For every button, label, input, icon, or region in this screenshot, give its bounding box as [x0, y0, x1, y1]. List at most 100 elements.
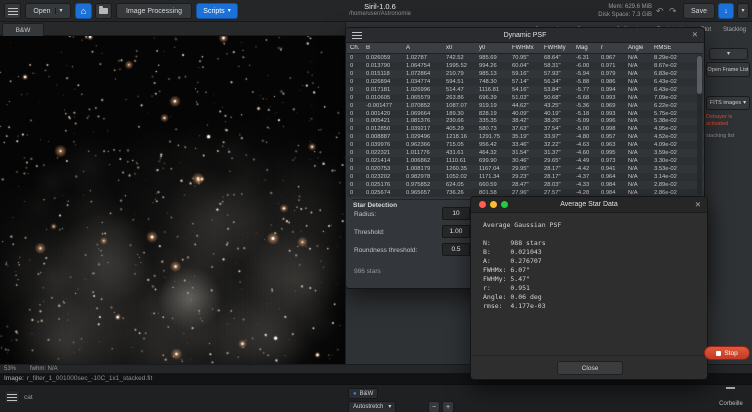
psf-table-row[interactable]: 00.0399760.962366715.05956.4233.46"32.22… — [347, 141, 703, 149]
radius-value[interactable]: 10 — [443, 210, 469, 217]
psf-cell: 50.68" — [541, 95, 573, 101]
fits-images-select[interactable]: FITS images ▾ — [706, 96, 750, 110]
zoom-in-button[interactable]: + — [442, 401, 454, 412]
psf-column-x0[interactable]: x0 — [443, 45, 476, 51]
psf-cell: 5.75e-02 — [651, 111, 689, 117]
psf-cell: N/A — [625, 134, 651, 140]
psf-cell: 985.13 — [476, 71, 509, 77]
tab-bw[interactable]: B&W — [2, 23, 44, 36]
psf-cell: 0.008887 — [363, 134, 403, 140]
psf-cell: 0 — [347, 150, 363, 156]
psf-table-row[interactable]: 0-0.0014771.0708521087.07919.1944.62"43.… — [347, 102, 703, 110]
psf-cell: 58.31" — [541, 63, 573, 69]
psf-cell: -5.36 — [573, 103, 598, 109]
psf-cell: 33.46" — [509, 142, 541, 148]
psf-table-row[interactable]: 00.0151181.072864210.79985.1359.16"57.93… — [347, 70, 703, 78]
psf-table-row[interactable]: 00.0171811.026996514.471116.8154.16"53.8… — [347, 86, 703, 94]
psf-cell: -4.37 — [573, 174, 598, 180]
image-processing-menu[interactable]: Image Processing — [116, 3, 192, 19]
redo-button[interactable]: ↷ — [669, 6, 677, 17]
layers-menu-button[interactable] — [4, 390, 20, 404]
psf-table-row[interactable]: 00.0251760.975852624.05660.5928.47"28.03… — [347, 181, 703, 189]
psf-column-r[interactable]: r — [598, 45, 625, 51]
save-as-button[interactable]: ↓ — [718, 3, 734, 19]
main-menu-button[interactable] — [4, 3, 21, 19]
close-button[interactable]: Close — [557, 361, 623, 375]
undo-icon: ↶ — [656, 6, 664, 16]
psf-cell: -0.001477 — [363, 103, 403, 109]
psf-cell: N/A — [625, 63, 651, 69]
maximize-traffic-icon[interactable] — [501, 201, 508, 208]
dialog-menu-icon[interactable] — [352, 32, 362, 39]
psf-column-y0[interactable]: y0 — [476, 45, 509, 51]
psf-cell: 38.42" — [509, 118, 541, 124]
fits-images-label: FITS images — [710, 100, 741, 106]
close-icon[interactable]: ✕ — [695, 201, 701, 209]
psf-cell: 0.971 — [598, 63, 625, 69]
psf-table-row[interactable]: 00.0232020.9829781052.021171.3429.23"28.… — [347, 173, 703, 181]
psf-cell: 0.020753 — [363, 166, 403, 172]
psf-column-mag[interactable]: Mag — [573, 45, 598, 51]
psf-column-a[interactable]: A — [403, 45, 443, 51]
psf-scrollbar-thumb[interactable] — [697, 56, 702, 94]
psf-column-fwhmx[interactable]: FWHMx — [509, 45, 541, 51]
psf-scrollbar[interactable] — [697, 55, 702, 195]
home-directory-button[interactable]: ⌂ — [75, 3, 92, 19]
scripts-menu[interactable]: Scripts ▾ — [196, 3, 238, 19]
psf-table-row[interactable]: 00.0260591.02787742.52985.6970.95"68.64"… — [347, 54, 703, 62]
psf-column-rmse[interactable]: RMSE — [651, 45, 689, 51]
roundness-value[interactable]: 0.5 — [443, 246, 469, 253]
zoom-out-button[interactable]: − — [428, 401, 440, 412]
psf-column-fwhmy[interactable]: FWHMy — [541, 45, 573, 51]
cat-label: cat — [24, 394, 33, 401]
avg-dialog-titlebar[interactable]: Average Star Data ✕ — [471, 197, 707, 213]
redo-icon: ↷ — [669, 6, 677, 16]
psf-column-ch[interactable]: Ch. — [347, 45, 363, 51]
psf-cell: -4.33 — [573, 182, 598, 188]
psf-cell: -4.80 — [573, 134, 598, 140]
stop-button[interactable]: Stop — [704, 346, 750, 360]
psf-cell: 624.05 — [443, 182, 476, 188]
close-icon[interactable]: ✕ — [692, 31, 698, 39]
psf-cell: 994.26 — [476, 63, 509, 69]
zoom-level: 53% — [4, 366, 16, 372]
sky-canvas[interactable] — [0, 36, 345, 364]
open-frame-list-button[interactable]: Open Frame List — [706, 62, 750, 77]
psf-table-row[interactable]: 00.0014201.069664189.30828.1940.09"40.19… — [347, 110, 703, 118]
psf-column-b[interactable]: B — [363, 45, 403, 51]
psf-table-header: Ch.BAx0y0FWHMxFWHMyMagrAngleRMSE — [347, 43, 703, 54]
psf-table-row[interactable]: 00.0137901.0647541995.52994.2660.04"58.3… — [347, 62, 703, 70]
close-traffic-icon[interactable] — [479, 201, 486, 208]
change-folder-button[interactable] — [95, 3, 112, 19]
psf-cell: 0.969 — [598, 103, 625, 109]
display-mode-select[interactable]: Autostretch ▾ — [348, 401, 396, 412]
more-menu-button[interactable]: ▾ — [737, 3, 749, 19]
minimize-traffic-icon[interactable] — [490, 201, 497, 208]
psf-table-row[interactable]: 00.0223211.011776431.61464.3231.54"31.37… — [347, 149, 703, 157]
psf-table-row[interactable]: 00.0268941.034774594.51748.3057.14"56.34… — [347, 78, 703, 86]
psf-cell: 6.83e-02 — [651, 71, 689, 77]
undo-button[interactable]: ↶ — [656, 6, 664, 17]
psf-cell: 68.64" — [541, 55, 573, 61]
psf-table-row[interactable]: 00.0128501.039217405.29580.7337.63"37.54… — [347, 125, 703, 133]
psf-cell: 0.023202 — [363, 174, 403, 180]
psf-table-row[interactable]: 00.0207531.0081791260.351167.0429.95"28.… — [347, 165, 703, 173]
chevron-down-icon[interactable]: ▾ — [55, 8, 63, 14]
threshold-value[interactable]: 1.00 — [443, 228, 469, 235]
psf-cell: 1.070852 — [403, 103, 443, 109]
sequence-select[interactable]: ▾ — [709, 48, 748, 60]
psf-table-row[interactable]: 00.0214141.0068621110.61699.9030.46"29.6… — [347, 157, 703, 165]
psf-cell: 0.001420 — [363, 111, 403, 117]
psf-column-angle[interactable]: Angle — [625, 45, 651, 51]
open-button[interactable]: Open ▾ — [25, 3, 71, 19]
header-bar: Open ▾ ⌂ Image Processing Scripts ▾ Siri… — [0, 0, 752, 22]
tab-stacking[interactable]: Stacking — [723, 27, 746, 33]
psf-table-row[interactable]: 00.0106051.065579263.86696.3951.03"50.68… — [347, 94, 703, 102]
psf-table-row[interactable]: 00.0054211.081376230.66335.3538.42"38.26… — [347, 118, 703, 126]
save-button[interactable]: Save — [683, 3, 715, 19]
channel-selector[interactable]: ● B&W — [348, 388, 378, 399]
psf-cell: 59.16" — [509, 71, 541, 77]
psf-table-row[interactable]: 00.0088871.0294961218.161291.7535.19"33.… — [347, 133, 703, 141]
psf-dialog-titlebar[interactable]: Dynamic PSF ✕ — [346, 28, 704, 43]
image-processing-label: Image Processing — [126, 8, 182, 15]
